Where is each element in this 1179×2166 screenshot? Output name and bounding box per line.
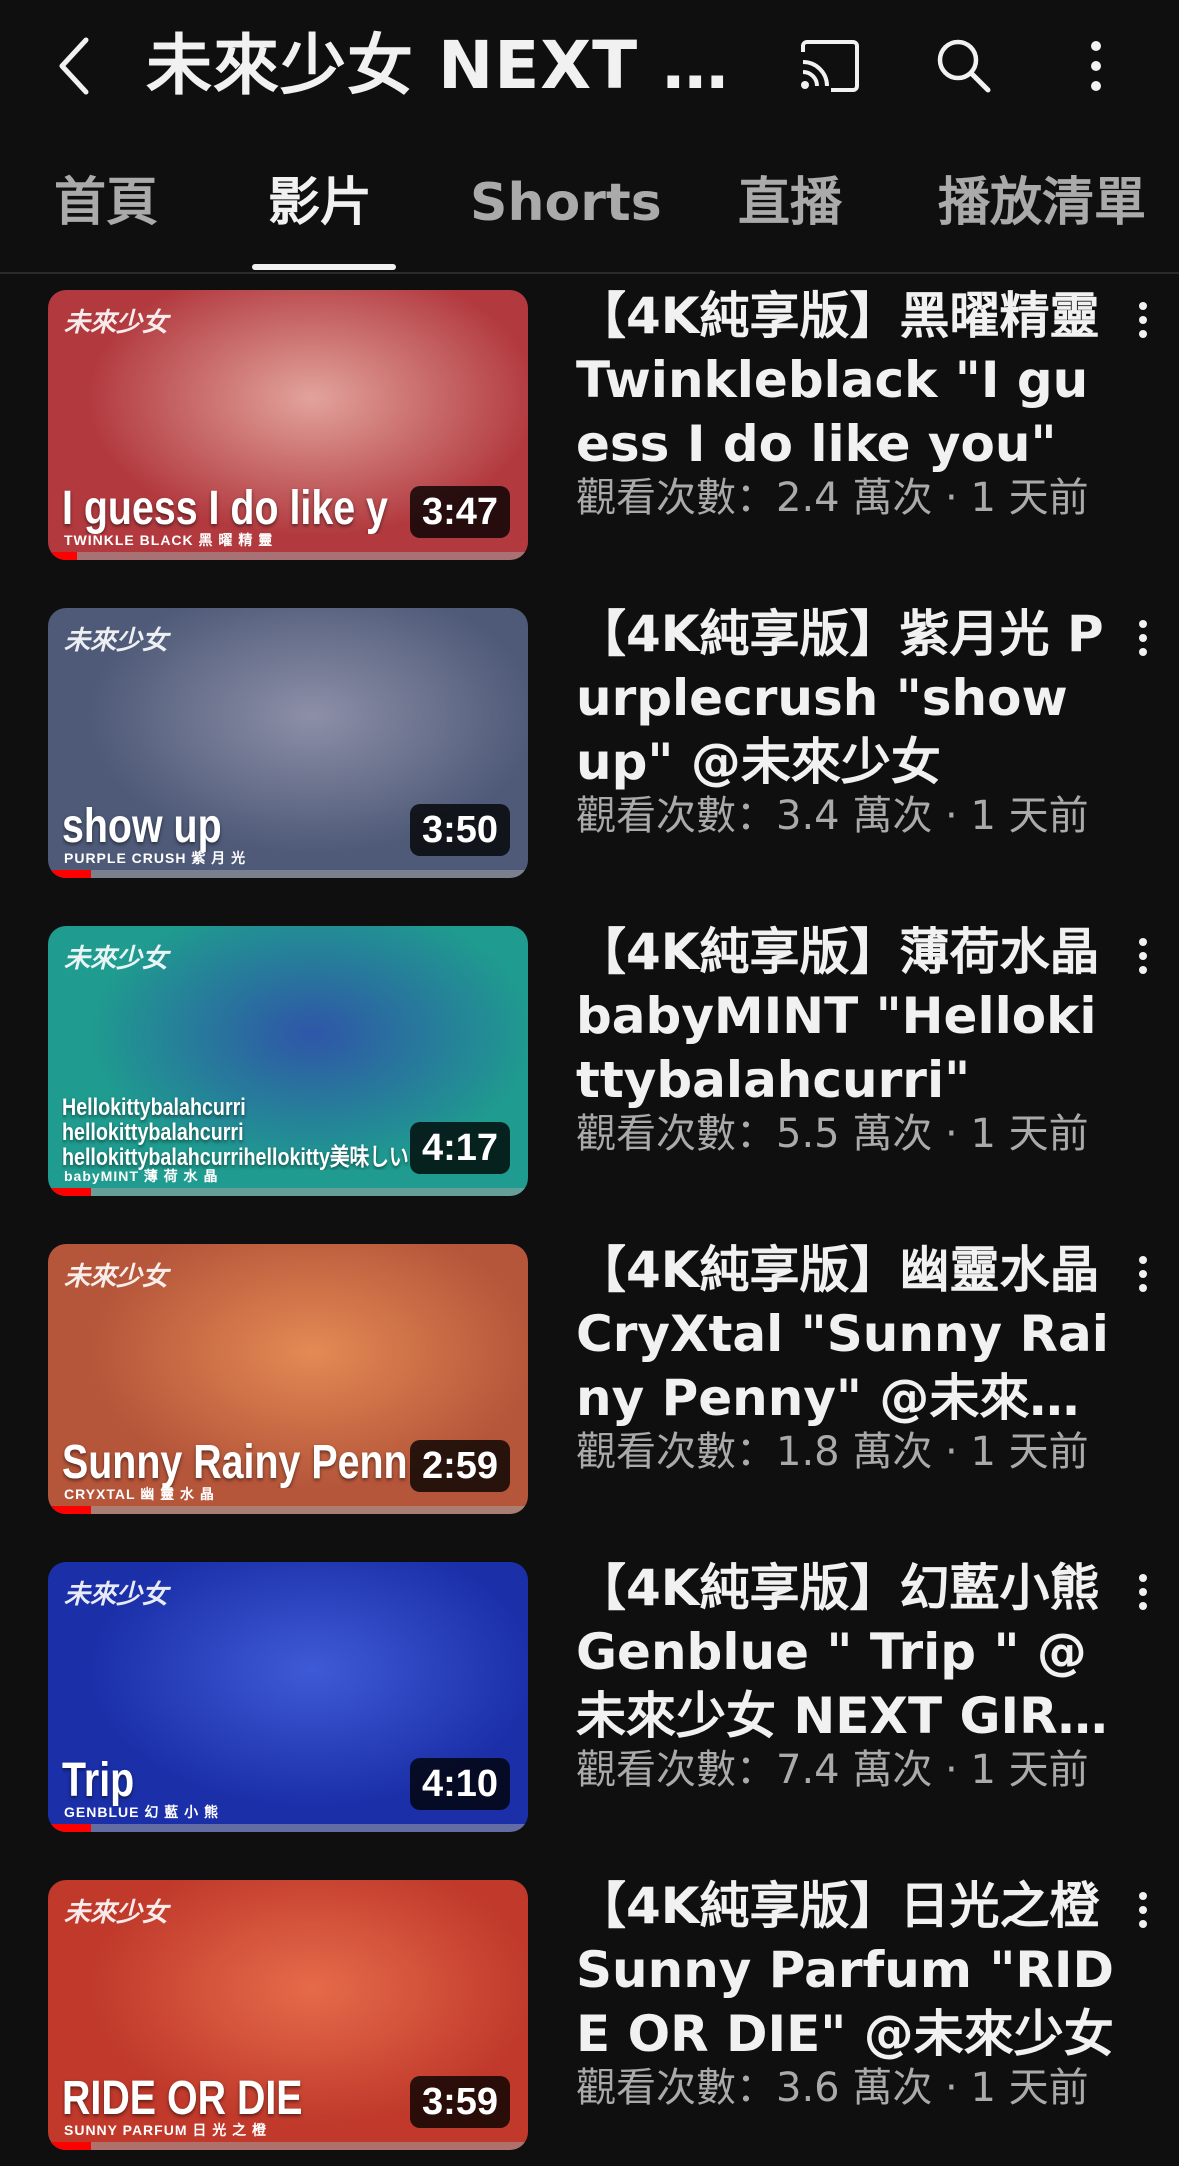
watch-progress-track [48, 1506, 528, 1514]
video-more-button[interactable] [1121, 608, 1165, 668]
thumbnail-subcaption: CRYXTAL 幽 靈 水 晶 [64, 1486, 215, 1502]
video-title[interactable]: 【4K純享版】紫月光 Purplecrush "show up" @未來少女 [576, 602, 1116, 794]
video-thumbnail[interactable]: 未來少女 show up PURPLE CRUSH 紫 月 光 3:50 [48, 608, 528, 878]
video-meta: 觀看次數：1.8 萬次 · 1 天前 [576, 1429, 1089, 1475]
video-title[interactable]: 【4K純享版】薄荷水晶 babyMINT "Hellokittybalahcur… [576, 920, 1116, 1112]
video-thumbnail[interactable]: 未來少女 I guess I do like y TWINKLE BLACK 黑… [48, 290, 528, 560]
tab-videos[interactable]: 影片 [268, 170, 372, 236]
watch-progress-fill [48, 870, 92, 878]
more-options-button[interactable] [1056, 28, 1136, 104]
duration-badge: 3:47 [409, 486, 510, 538]
watch-progress-fill [48, 1824, 92, 1832]
thumbnail-caption: show up [62, 802, 222, 852]
video-list-item[interactable]: 未來少女 Hellokittybalahcurri hellokittybala… [0, 912, 1179, 1212]
thumbnail-logo: 未來少女 [64, 308, 169, 338]
video-meta: 觀看次數：3.4 萬次 · 1 天前 [576, 793, 1089, 839]
video-meta: 觀看次數：7.4 萬次 · 1 天前 [576, 1747, 1089, 1793]
thumbnail-subcaption: babyMINT 薄 荷 水 晶 [64, 1168, 219, 1184]
video-title[interactable]: 【4K純享版】日光之橙 Sunny Parfum "RIDE OR DIE" @… [576, 1874, 1116, 2066]
thumbnail-caption: Hellokittybalahcurri hellokittybalahcurr… [62, 1095, 409, 1170]
thumbnail-caption: Sunny Rainy Penn [62, 1438, 408, 1488]
video-title[interactable]: 【4K純享版】黑曜精靈 Twinkleblack "I guess I do l… [576, 284, 1116, 476]
watch-progress-track [48, 1824, 528, 1832]
more-vert-icon [1139, 1574, 1147, 1610]
watch-progress-track [48, 552, 528, 560]
watch-progress-fill [48, 552, 77, 560]
video-list-item[interactable]: 未來少女 Trip GENBLUE 幻 藍 小 熊 4:10 【4K純享版】幻藍… [0, 1548, 1179, 1848]
back-arrow-icon [59, 37, 89, 95]
more-vert-icon [1139, 1256, 1147, 1292]
more-vert-icon [1139, 302, 1147, 338]
video-title[interactable]: 【4K純享版】幻藍小熊 Genblue " Trip " @未來少女 NEXT … [576, 1556, 1116, 1748]
thumbnail-logo: 未來少女 [64, 1898, 169, 1928]
thumbnail-subcaption: PURPLE CRUSH 紫 月 光 [64, 850, 247, 866]
video-more-button[interactable] [1121, 290, 1165, 350]
more-vert-icon [1139, 1892, 1147, 1928]
tab-home[interactable]: 首頁 [54, 170, 158, 236]
more-vert-icon [1139, 938, 1147, 974]
video-thumbnail[interactable]: 未來少女 RIDE OR DIE SUNNY PARFUM 日 光 之 橙 3:… [48, 1880, 528, 2150]
video-more-button[interactable] [1121, 926, 1165, 986]
watch-progress-track [48, 2142, 528, 2150]
more-vert-icon [1139, 620, 1147, 656]
active-tab-indicator [252, 264, 396, 270]
video-meta: 觀看次數：2.4 萬次 · 1 天前 [576, 475, 1089, 521]
video-more-button[interactable] [1121, 1562, 1165, 1622]
thumbnail-caption: Trip [62, 1756, 135, 1806]
thumbnail-logo: 未來少女 [64, 626, 169, 656]
tab-playlists[interactable]: 播放清單 [938, 170, 1146, 236]
duration-badge: 4:17 [409, 1122, 510, 1174]
video-more-button[interactable] [1121, 1244, 1165, 1304]
video-more-button[interactable] [1121, 1880, 1165, 1940]
thumbnail-logo: 未來少女 [64, 944, 169, 974]
channel-title: 未來少女 NEXT GI... [146, 27, 766, 104]
cast-button[interactable] [790, 28, 870, 104]
thumbnail-logo: 未來少女 [64, 1262, 169, 1292]
video-list-item[interactable]: 未來少女 I guess I do like y TWINKLE BLACK 黑… [0, 276, 1179, 576]
thumbnail-caption: I guess I do like y [62, 484, 388, 534]
duration-badge: 4:10 [409, 1758, 510, 1810]
watch-progress-track [48, 870, 528, 878]
duration-badge: 3:50 [409, 804, 510, 856]
duration-badge: 3:59 [409, 2076, 510, 2128]
back-button[interactable] [44, 28, 104, 104]
duration-badge: 2:59 [409, 1440, 510, 1492]
search-button[interactable] [924, 28, 1004, 104]
more-vert-icon [1091, 41, 1101, 91]
search-icon [937, 39, 991, 93]
watch-progress-fill [48, 1506, 92, 1514]
video-list-item[interactable]: 未來少女 show up PURPLE CRUSH 紫 月 光 3:50 【4K… [0, 594, 1179, 894]
watch-progress-fill [48, 2142, 92, 2150]
video-meta: 觀看次數：5.5 萬次 · 1 天前 [576, 1111, 1089, 1157]
video-thumbnail[interactable]: 未來少女 Trip GENBLUE 幻 藍 小 熊 4:10 [48, 1562, 528, 1832]
thumbnail-caption: RIDE OR DIE [62, 2074, 303, 2124]
video-list-item[interactable]: 未來少女 Sunny Rainy Penn CRYXTAL 幽 靈 水 晶 2:… [0, 1230, 1179, 1530]
channel-tabs: 首頁 影片 Shorts 直播 播放清單 [0, 150, 1179, 274]
tab-shorts[interactable]: Shorts [470, 170, 662, 236]
top-app-bar: 未來少女 NEXT GI... [0, 0, 1179, 140]
video-title[interactable]: 【4K純享版】幽靈水晶 CryXtal "Sunny Rainy Penny" … [576, 1238, 1116, 1430]
cast-icon [801, 40, 859, 92]
watch-progress-fill [48, 1188, 92, 1196]
video-thumbnail[interactable]: 未來少女 Sunny Rainy Penn CRYXTAL 幽 靈 水 晶 2:… [48, 1244, 528, 1514]
watch-progress-track [48, 1188, 528, 1196]
thumbnail-subcaption: GENBLUE 幻 藍 小 熊 [64, 1804, 220, 1820]
video-meta: 觀看次數：3.6 萬次 · 1 天前 [576, 2065, 1089, 2111]
thumbnail-subcaption: SUNNY PARFUM 日 光 之 橙 [64, 2122, 268, 2138]
tab-live[interactable]: 直播 [738, 170, 842, 236]
thumbnail-logo: 未來少女 [64, 1580, 169, 1610]
thumbnail-subcaption: TWINKLE BLACK 黑 曜 精 靈 [64, 532, 274, 548]
video-list-item[interactable]: 未來少女 RIDE OR DIE SUNNY PARFUM 日 光 之 橙 3:… [0, 1866, 1179, 2166]
video-thumbnail[interactable]: 未來少女 Hellokittybalahcurri hellokittybala… [48, 926, 528, 1196]
